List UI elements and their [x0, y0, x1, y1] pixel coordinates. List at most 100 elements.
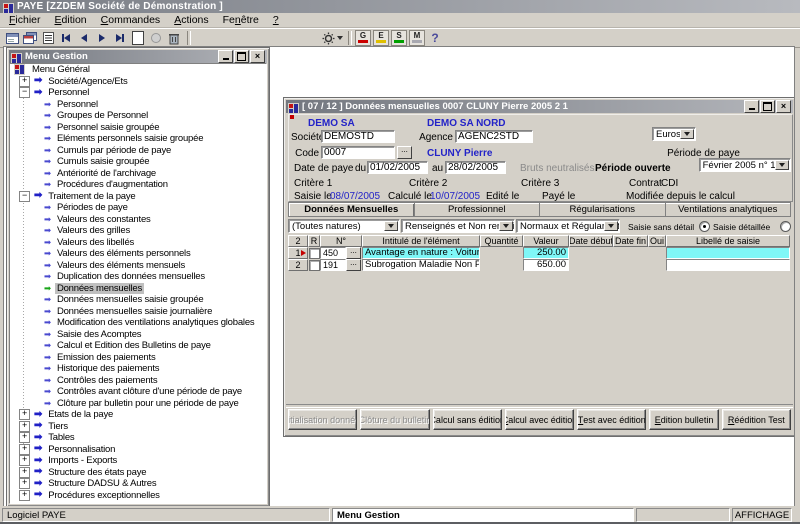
next-record-icon[interactable]	[94, 30, 110, 46]
tree-item[interactable]: ➡Contrôles avant clôture d'une période d…	[10, 386, 266, 398]
row-select-cell[interactable]	[308, 259, 320, 271]
valeur-input[interactable]: 650.00	[523, 259, 569, 271]
minimize-button[interactable]	[218, 50, 233, 63]
tree-item[interactable]: ➡Saisie des Acomptes	[10, 329, 266, 341]
chevron-down-icon[interactable]	[775, 160, 789, 170]
row-number-cell[interactable]: 1	[288, 247, 308, 259]
tree-item[interactable]: ➡Groupes de Personnel	[10, 110, 266, 122]
open-form-icon[interactable]	[22, 30, 38, 46]
periode-select[interactable]: Février 2005 n° 1	[699, 158, 791, 172]
tab-professionnel[interactable]: Professionnel	[414, 203, 540, 216]
agence-input[interactable]: AGENC2STD	[455, 130, 533, 143]
societe-input[interactable]: DEMOSTD	[321, 130, 395, 143]
tree-item[interactable]: +➡Structure DADSU & Autres	[10, 478, 266, 490]
intitule-cell[interactable]: Subrogation Maladie Non Professionn	[362, 259, 480, 271]
oui-cell[interactable]	[648, 247, 666, 259]
element-number-cell[interactable]: 191	[320, 259, 362, 271]
libelle-input[interactable]	[666, 259, 790, 271]
letter-icon-s[interactable]: S	[391, 30, 407, 46]
tree-item[interactable]: ➡Modification des ventilations analytiqu…	[10, 317, 266, 329]
checkbox[interactable]	[309, 248, 320, 259]
tree-item[interactable]: ➡Personnel saisie groupée	[10, 122, 266, 134]
close-button[interactable]	[776, 100, 791, 113]
letter-icon-m[interactable]: M	[409, 30, 425, 46]
code-browse-button[interactable]	[397, 146, 412, 159]
menu-item-actions[interactable]: Actions	[167, 14, 215, 26]
chevron-down-icon[interactable]	[384, 221, 398, 231]
code-input[interactable]: 0007	[321, 146, 395, 159]
chevron-down-icon[interactable]	[604, 221, 618, 231]
column-header-4[interactable]: Quantité	[480, 235, 523, 247]
column-header-7[interactable]: Date fin	[613, 235, 648, 247]
menu-item-commandes[interactable]: Commandes	[94, 14, 168, 26]
currency-select[interactable]: Euros	[652, 127, 696, 141]
menu-item-fentre[interactable]: Fenêtre	[216, 14, 266, 26]
tab-ventilations-analytiques[interactable]: Ventilations analytiques	[665, 203, 791, 216]
column-header-5[interactable]: Valeur	[523, 235, 569, 247]
tree-item[interactable]: ➡Valeurs des constantes	[10, 214, 266, 226]
expand-plus-icon[interactable]: +	[19, 409, 30, 420]
tree-item[interactable]: +➡Etats de la paye	[10, 409, 266, 421]
menu-item-edition[interactable]: Edition	[48, 14, 94, 26]
expand-plus-icon[interactable]: +	[19, 76, 30, 87]
settings-gear-icon[interactable]	[322, 30, 343, 46]
tree-item[interactable]: +➡Imports - Exports	[10, 455, 266, 467]
date-debut-cell[interactable]	[569, 247, 613, 259]
filter-dropdown-1[interactable]: Renseignés et Non renseignés	[401, 219, 515, 233]
tree-item[interactable]: ➡Cumuls par période de paye	[10, 145, 266, 157]
letter-icon-e[interactable]: E	[373, 30, 389, 46]
tree-item[interactable]: −➡Traitement de la paye	[10, 191, 266, 203]
element-number-input[interactable]: 191	[320, 259, 346, 271]
expand-plus-icon[interactable]: +	[19, 467, 30, 478]
intitule-input[interactable]: Avantage en nature : Voiture	[362, 247, 480, 259]
checkbox[interactable]	[309, 260, 320, 271]
calcul-avec-dition-button[interactable]: Calcul avec édition	[505, 409, 574, 430]
tree-item[interactable]: ➡Données mensuelles saisie journalière	[10, 306, 266, 318]
libelle-cell[interactable]	[666, 247, 790, 259]
column-header-0[interactable]: 2	[288, 235, 308, 247]
tree-item[interactable]: ➡Valeurs des éléments mensuels	[10, 260, 266, 272]
last-record-icon[interactable]	[112, 30, 128, 46]
tree-item[interactable]: ➡Cumuls saisie groupée	[10, 156, 266, 168]
tree-item[interactable]: +➡Procédures exceptionnelles	[10, 490, 266, 502]
intitule-cell[interactable]: Avantage en nature : Voiture	[362, 247, 480, 259]
column-header-3[interactable]: Intitulé de l'élément	[362, 235, 480, 247]
tree-item[interactable]: ➡Valeurs des grilles	[10, 225, 266, 237]
tree-item[interactable]: Menu Général	[10, 64, 266, 76]
tree-item[interactable]: +➡Tables	[10, 432, 266, 444]
oui-cell[interactable]	[648, 259, 666, 271]
element-number-input[interactable]: 450	[320, 247, 346, 259]
filter-dropdown-0[interactable]: (Toutes natures)	[288, 219, 400, 233]
tree-item[interactable]: +➡Structure des états paye	[10, 467, 266, 479]
tree-item[interactable]: +➡Société/Agence/Ets	[10, 76, 266, 88]
column-header-8[interactable]: Oui	[648, 235, 666, 247]
expand-plus-icon[interactable]: +	[19, 444, 30, 455]
intitule-input[interactable]: Subrogation Maladie Non Professionn	[362, 259, 480, 271]
row-select-cell[interactable]	[308, 247, 320, 259]
maximize-button[interactable]	[760, 100, 775, 113]
minimize-button[interactable]	[744, 100, 759, 113]
tree-item[interactable]: ➡Valeurs des éléments personnels	[10, 248, 266, 260]
quantite-cell[interactable]	[480, 247, 523, 259]
expand-plus-icon[interactable]: +	[19, 490, 30, 501]
expand-plus-icon[interactable]: +	[19, 421, 30, 432]
tree-item[interactable]: +➡Personnalisation	[10, 444, 266, 456]
saisie-detaillee-radio[interactable]	[780, 221, 791, 232]
menu-item-?[interactable]: ?	[266, 14, 286, 26]
tree-item[interactable]: ➡Contrôles des paiements	[10, 375, 266, 387]
delete-record-icon[interactable]	[166, 30, 182, 46]
valeur-cell[interactable]: 250.00	[523, 247, 569, 259]
quantite-cell[interactable]	[480, 259, 523, 271]
properties-icon[interactable]	[4, 30, 20, 46]
tree-item[interactable]: ➡Procédures d'augmentation	[10, 179, 266, 191]
date-fin-cell[interactable]	[613, 247, 648, 259]
date-to-input[interactable]: 28/02/2005	[445, 161, 506, 174]
edition-bulletin-button[interactable]: Edition bulletin	[649, 409, 718, 430]
collapse-minus-icon[interactable]: −	[19, 191, 30, 202]
tree-item[interactable]: ➡Données mensuelles saisie groupée	[10, 294, 266, 306]
first-record-icon[interactable]	[58, 30, 74, 46]
r-dition-test-button[interactable]: Réédition Test	[722, 409, 791, 430]
libelle-input[interactable]	[666, 247, 790, 259]
chevron-down-icon[interactable]	[680, 129, 694, 139]
tab-r-gularisations[interactable]: Régularisations	[539, 203, 665, 216]
